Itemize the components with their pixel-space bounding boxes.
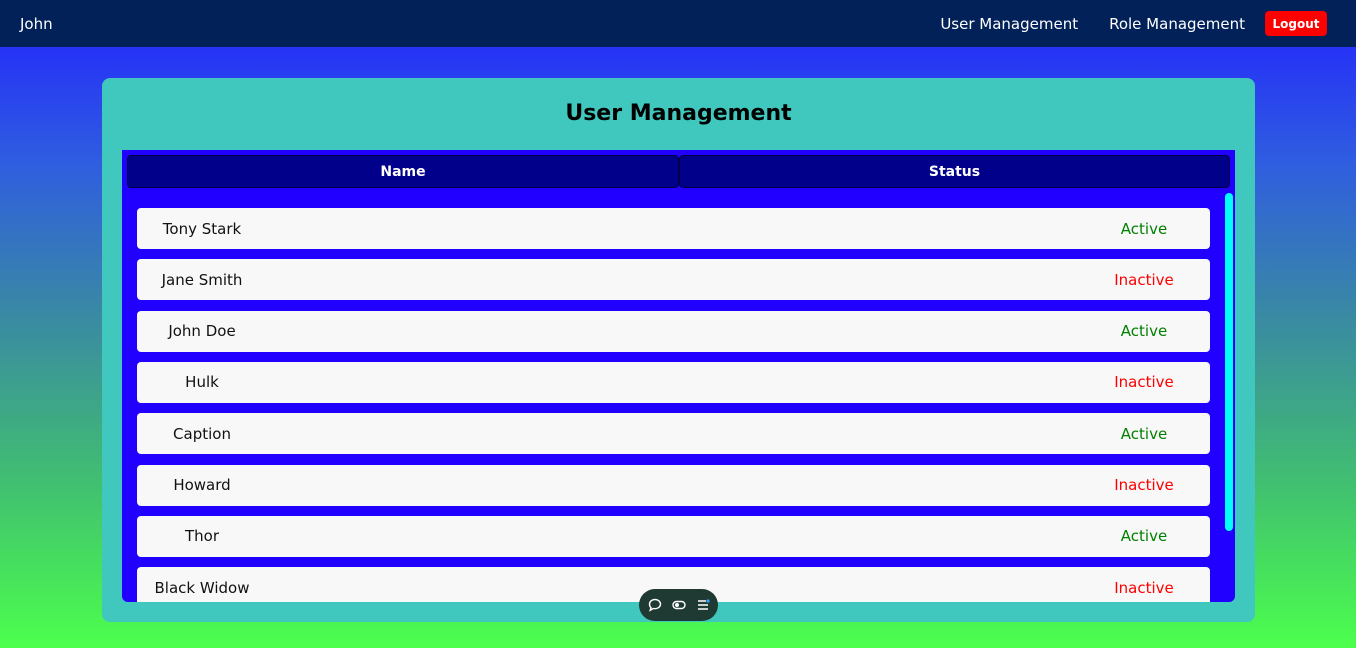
user-name-cell: Tony Stark bbox=[162, 219, 242, 238]
table-row[interactable]: John Doe Active bbox=[137, 310, 1210, 352]
user-name-cell: Caption bbox=[173, 424, 231, 443]
list-icon[interactable] bbox=[691, 589, 715, 621]
page-title: User Management bbox=[565, 101, 792, 126]
chat-bubble-icon[interactable] bbox=[643, 589, 667, 621]
status-badge: Active bbox=[1120, 322, 1168, 341]
table-row[interactable]: Caption Active bbox=[137, 413, 1210, 455]
user-name-cell: John Doe bbox=[168, 322, 236, 341]
status-badge: Active bbox=[1120, 424, 1168, 443]
column-header-status: Status bbox=[679, 155, 1230, 188]
user-name-cell: Hulk bbox=[185, 373, 219, 392]
top-navbar: John User Management Role Management Log… bbox=[0, 0, 1356, 47]
status-badge: Inactive bbox=[1114, 270, 1174, 289]
user-name: John bbox=[20, 14, 53, 33]
page-scrollbar[interactable] bbox=[1356, 0, 1366, 648]
status-badge: Inactive bbox=[1114, 578, 1174, 597]
table-row[interactable]: Jane Smith Inactive bbox=[137, 259, 1210, 301]
user-management-card: User Management Name Status Tony Stark Ac… bbox=[102, 78, 1255, 622]
logout-button[interactable]: Logout bbox=[1265, 11, 1327, 36]
status-badge: Inactive bbox=[1114, 476, 1174, 494]
status-badge: Inactive bbox=[1114, 373, 1174, 392]
toggle-icon[interactable] bbox=[667, 589, 691, 621]
table-row[interactable]: Tony Stark Active bbox=[137, 208, 1210, 249]
floating-toolbar bbox=[639, 589, 718, 621]
table-row[interactable]: Hulk Inactive bbox=[137, 361, 1210, 403]
user-name-cell: Howard bbox=[173, 476, 231, 494]
user-name-cell: Jane Smith bbox=[161, 270, 243, 289]
table-row[interactable]: Howard Inactive bbox=[137, 464, 1210, 506]
user-name-cell: Black Widow bbox=[154, 578, 250, 597]
users-table: Name Status Tony Stark Active Jane Smith In… bbox=[122, 150, 1235, 602]
nav-link-role-management[interactable]: Role Management bbox=[1109, 15, 1245, 33]
nav-link-user-management[interactable]: User Management bbox=[940, 15, 1078, 33]
nav-links: User Management Role Management Logout bbox=[940, 11, 1336, 36]
table-row[interactable]: Thor Active bbox=[137, 515, 1210, 557]
user-name-cell: Thor bbox=[184, 527, 219, 546]
table-scrollbar[interactable] bbox=[1225, 193, 1233, 531]
column-header-name: Name bbox=[127, 155, 679, 188]
status-badge: Active bbox=[1120, 219, 1168, 238]
status-badge: Active bbox=[1120, 527, 1168, 546]
